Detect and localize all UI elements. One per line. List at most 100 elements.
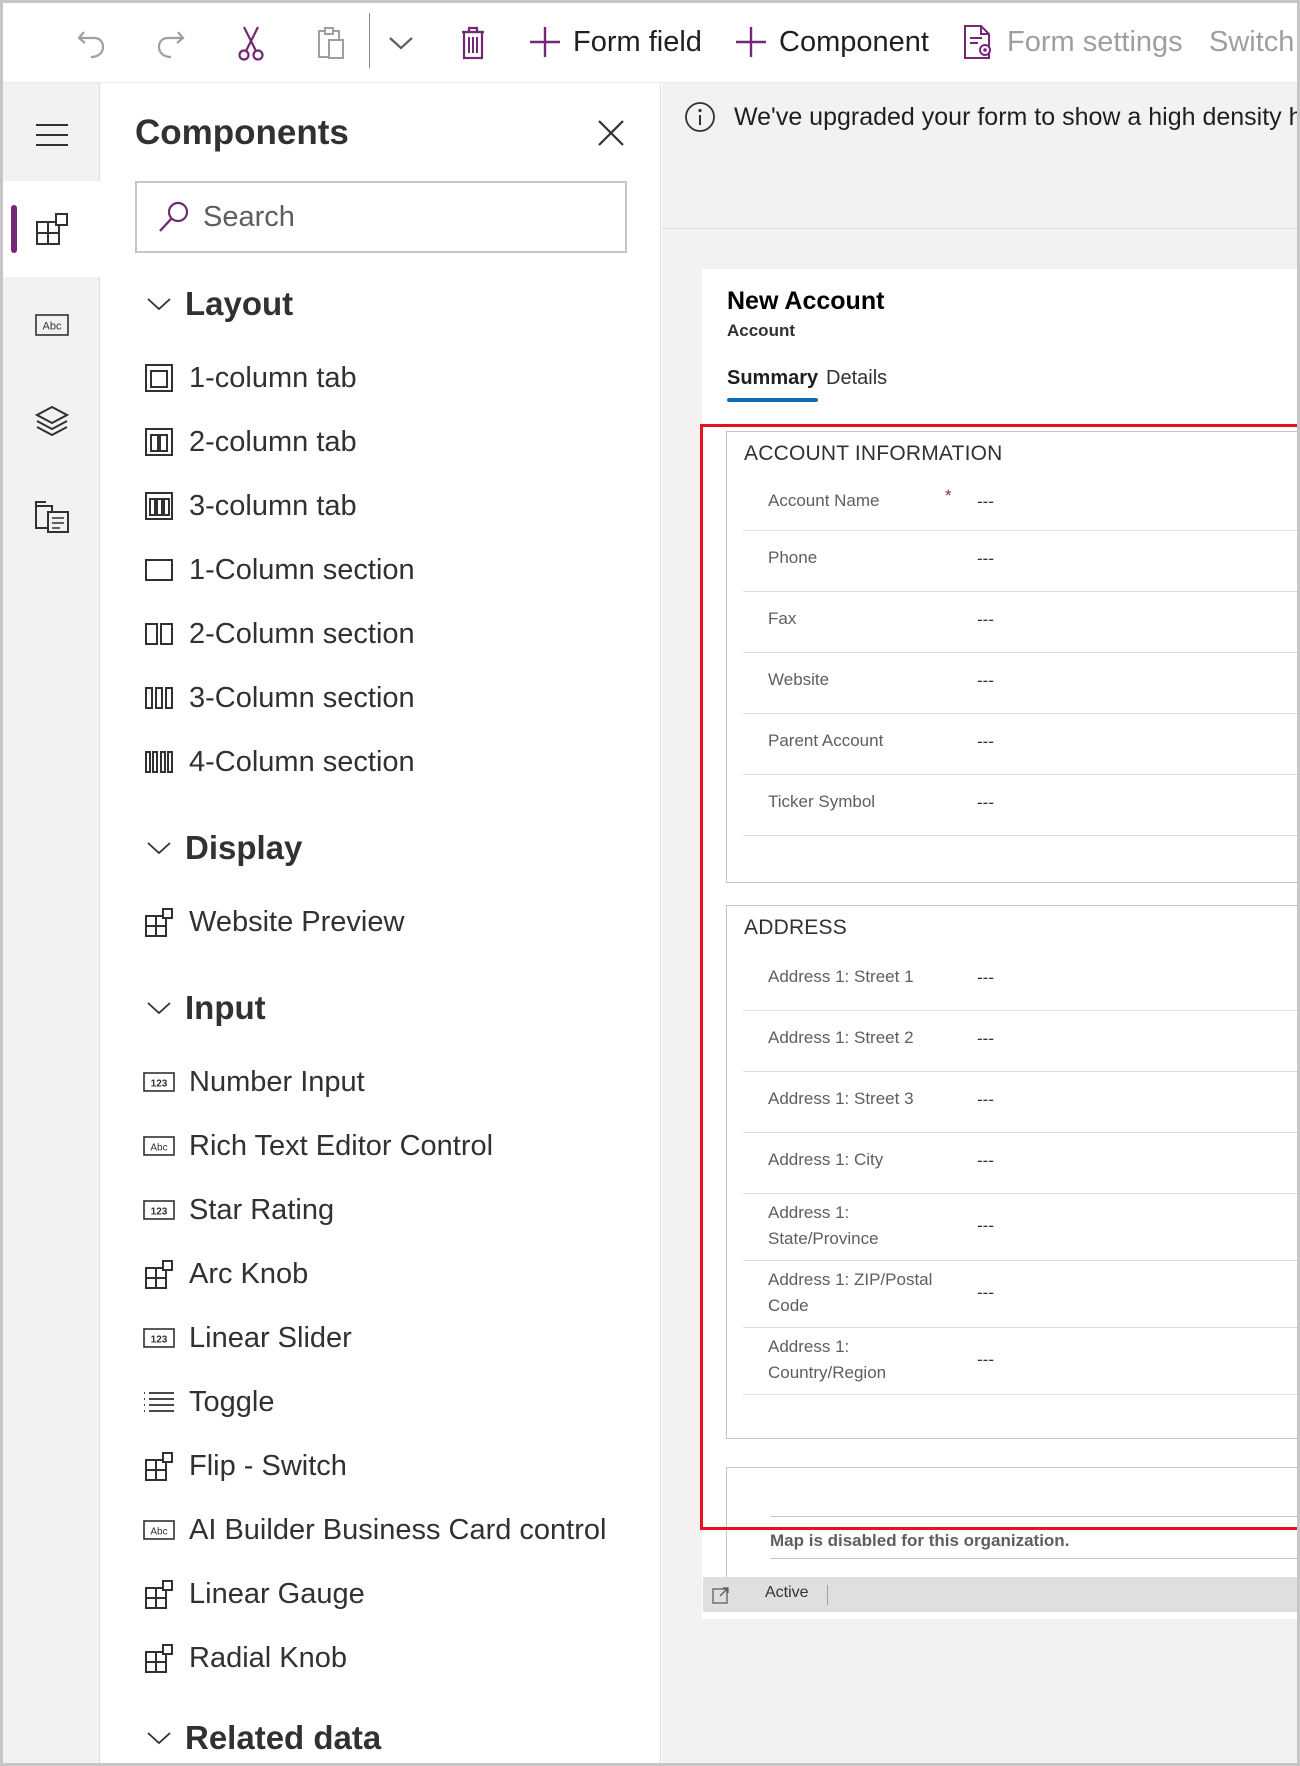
- component-1-column-section[interactable]: 1-Column section: [143, 545, 415, 595]
- category-related-data-label: Related data: [185, 1719, 382, 1756]
- tab-summary[interactable]: Summary: [727, 367, 819, 402]
- delete-icon[interactable]: [453, 23, 493, 63]
- field-address-street-2[interactable]: Address 1: Street 2 ---: [743, 1011, 1297, 1072]
- field-website[interactable]: Website ---: [743, 653, 1297, 714]
- rail-tree-view-button[interactable]: [3, 373, 100, 469]
- field-value: ---: [977, 1283, 994, 1302]
- text-field-icon: Abc: [34, 314, 69, 336]
- component-toggle[interactable]: Toggle: [143, 1377, 274, 1427]
- field-address-country[interactable]: Address 1: Country/Region ---: [743, 1328, 1297, 1395]
- cut-icon[interactable]: [231, 23, 271, 63]
- component-number-input[interactable]: 123 Number Input: [143, 1057, 365, 1107]
- component-linear-slider[interactable]: 123 Linear Slider: [143, 1313, 352, 1363]
- expand-icon[interactable]: [711, 1585, 731, 1605]
- field-label: Address 1: City: [768, 1150, 884, 1169]
- toolbar-divider: [369, 13, 370, 68]
- component-business-card[interactable]: Abc AI Builder Business Card control: [143, 1505, 606, 1555]
- field-address-zip[interactable]: Address 1: ZIP/Postal Code ---: [743, 1261, 1297, 1328]
- address-section[interactable]: ADDRESS Address 1: Street 1 --- Address …: [726, 905, 1297, 1439]
- field-fax[interactable]: Fax ---: [743, 592, 1297, 653]
- map-disabled-message: Map is disabled for this organization.: [770, 1531, 1070, 1550]
- field-label: Address 1: Street 3: [768, 1089, 914, 1108]
- component-website-preview[interactable]: Website Preview: [143, 897, 404, 947]
- component-4-column-section[interactable]: 4-Column section: [143, 737, 415, 787]
- required-marker: *: [945, 486, 952, 505]
- plus-icon: [736, 27, 766, 57]
- form-field-label: Form field: [573, 25, 702, 58]
- section-2-column-icon: [143, 618, 175, 650]
- chevron-down-icon[interactable]: [381, 23, 421, 63]
- component-star-rating[interactable]: 123 Star Rating: [143, 1185, 334, 1235]
- chevron-down-icon: [147, 842, 171, 855]
- form-canvas: We've upgraded your form to show a high …: [662, 83, 1300, 1763]
- section-3-column-icon: [143, 682, 175, 714]
- chevron-down-icon: [147, 1732, 171, 1745]
- paste-icon[interactable]: [311, 23, 351, 63]
- section-title: ACCOUNT INFORMATION: [744, 442, 1003, 465]
- component-radial-knob[interactable]: Radial Knob: [143, 1633, 347, 1683]
- form-settings-button[interactable]: Form settings: [963, 19, 1183, 65]
- account-information-section[interactable]: ACCOUNT INFORMATION Account Name * --- P…: [726, 431, 1297, 883]
- field-account-name[interactable]: Account Name * ---: [743, 476, 1297, 531]
- components-icon: [35, 213, 68, 245]
- form-library-icon: [34, 501, 69, 533]
- svg-text:123: 123: [151, 1335, 168, 1346]
- field-label: Ticker Symbol: [768, 792, 876, 811]
- component-label: Linear Gauge: [189, 1577, 365, 1610]
- option-set-icon: [143, 1386, 175, 1418]
- component-linear-gauge[interactable]: Linear Gauge: [143, 1569, 365, 1619]
- tab-3-column-icon: [143, 490, 175, 522]
- component-3-column-section[interactable]: 3-Column section: [143, 673, 415, 723]
- components-icon: [143, 906, 175, 938]
- component-3-column-tab[interactable]: 3-column tab: [143, 481, 357, 531]
- text-field-icon: Abc: [143, 1514, 175, 1546]
- record-title: New Account: [727, 287, 885, 315]
- category-input-label: Input: [185, 989, 266, 1026]
- close-icon: [598, 120, 624, 146]
- map-section[interactable]: Map is disabled for this organization.: [726, 1467, 1297, 1577]
- category-related-data-toggle[interactable]: Related data: [147, 1713, 381, 1763]
- rail-menu-button[interactable]: [3, 87, 100, 183]
- field-label: Fax: [768, 609, 797, 628]
- switch-button[interactable]: Switch t: [1209, 19, 1297, 65]
- category-input-toggle[interactable]: Input: [147, 983, 266, 1033]
- component-label: 4-Column section: [189, 745, 415, 778]
- close-panel-button[interactable]: [591, 113, 631, 153]
- field-address-state[interactable]: Address 1: State/Province ---: [743, 1194, 1297, 1261]
- rail-form-libraries-button[interactable]: [3, 469, 100, 565]
- rail-components-button[interactable]: [3, 181, 100, 277]
- category-display-toggle[interactable]: Display: [147, 823, 302, 873]
- field-address-street-1[interactable]: Address 1: Street 1 ---: [743, 950, 1297, 1011]
- component-arc-knob[interactable]: Arc Knob: [143, 1249, 308, 1299]
- component-1-column-tab[interactable]: 1-column tab: [143, 353, 357, 403]
- banner-message: We've upgraded your form to show a high …: [734, 103, 1300, 131]
- add-form-field-button[interactable]: Form field: [529, 19, 702, 65]
- field-address-city[interactable]: Address 1: City ---: [743, 1133, 1297, 1194]
- undo-icon[interactable]: [71, 23, 111, 63]
- component-2-column-section[interactable]: 2-Column section: [143, 609, 415, 659]
- section-title: ADDRESS: [744, 916, 847, 939]
- category-layout-toggle[interactable]: Layout: [147, 279, 293, 329]
- field-address-street-3[interactable]: Address 1: Street 3 ---: [743, 1072, 1297, 1133]
- panel-title: Components: [135, 113, 349, 152]
- component-flip-switch[interactable]: Flip - Switch: [143, 1441, 347, 1491]
- field-phone[interactable]: Phone ---: [743, 531, 1297, 592]
- field-label: Phone: [768, 548, 818, 567]
- component-label: Radial Knob: [189, 1641, 347, 1674]
- rail-fields-button[interactable]: Abc: [3, 277, 100, 373]
- component-2-column-tab[interactable]: 2-column tab: [143, 417, 357, 467]
- component-label: Toggle: [189, 1385, 275, 1418]
- tab-details[interactable]: Details: [826, 367, 887, 402]
- component-rich-text-editor[interactable]: Abc Rich Text Editor Control: [143, 1121, 493, 1171]
- component-search-box[interactable]: [135, 181, 627, 253]
- component-label: 1-column tab: [189, 361, 357, 394]
- field-ticker-symbol[interactable]: Ticker Symbol ---: [743, 775, 1297, 836]
- field-parent-account[interactable]: Parent Account ---: [743, 714, 1297, 775]
- form-settings-icon: [964, 25, 991, 59]
- number-field-icon: 123: [143, 1322, 175, 1354]
- redo-icon[interactable]: [151, 23, 191, 63]
- divider: [770, 1516, 1297, 1517]
- add-component-button[interactable]: Component: [735, 19, 929, 65]
- form-footer: Active: [703, 1577, 1297, 1612]
- search-input[interactable]: [203, 200, 603, 234]
